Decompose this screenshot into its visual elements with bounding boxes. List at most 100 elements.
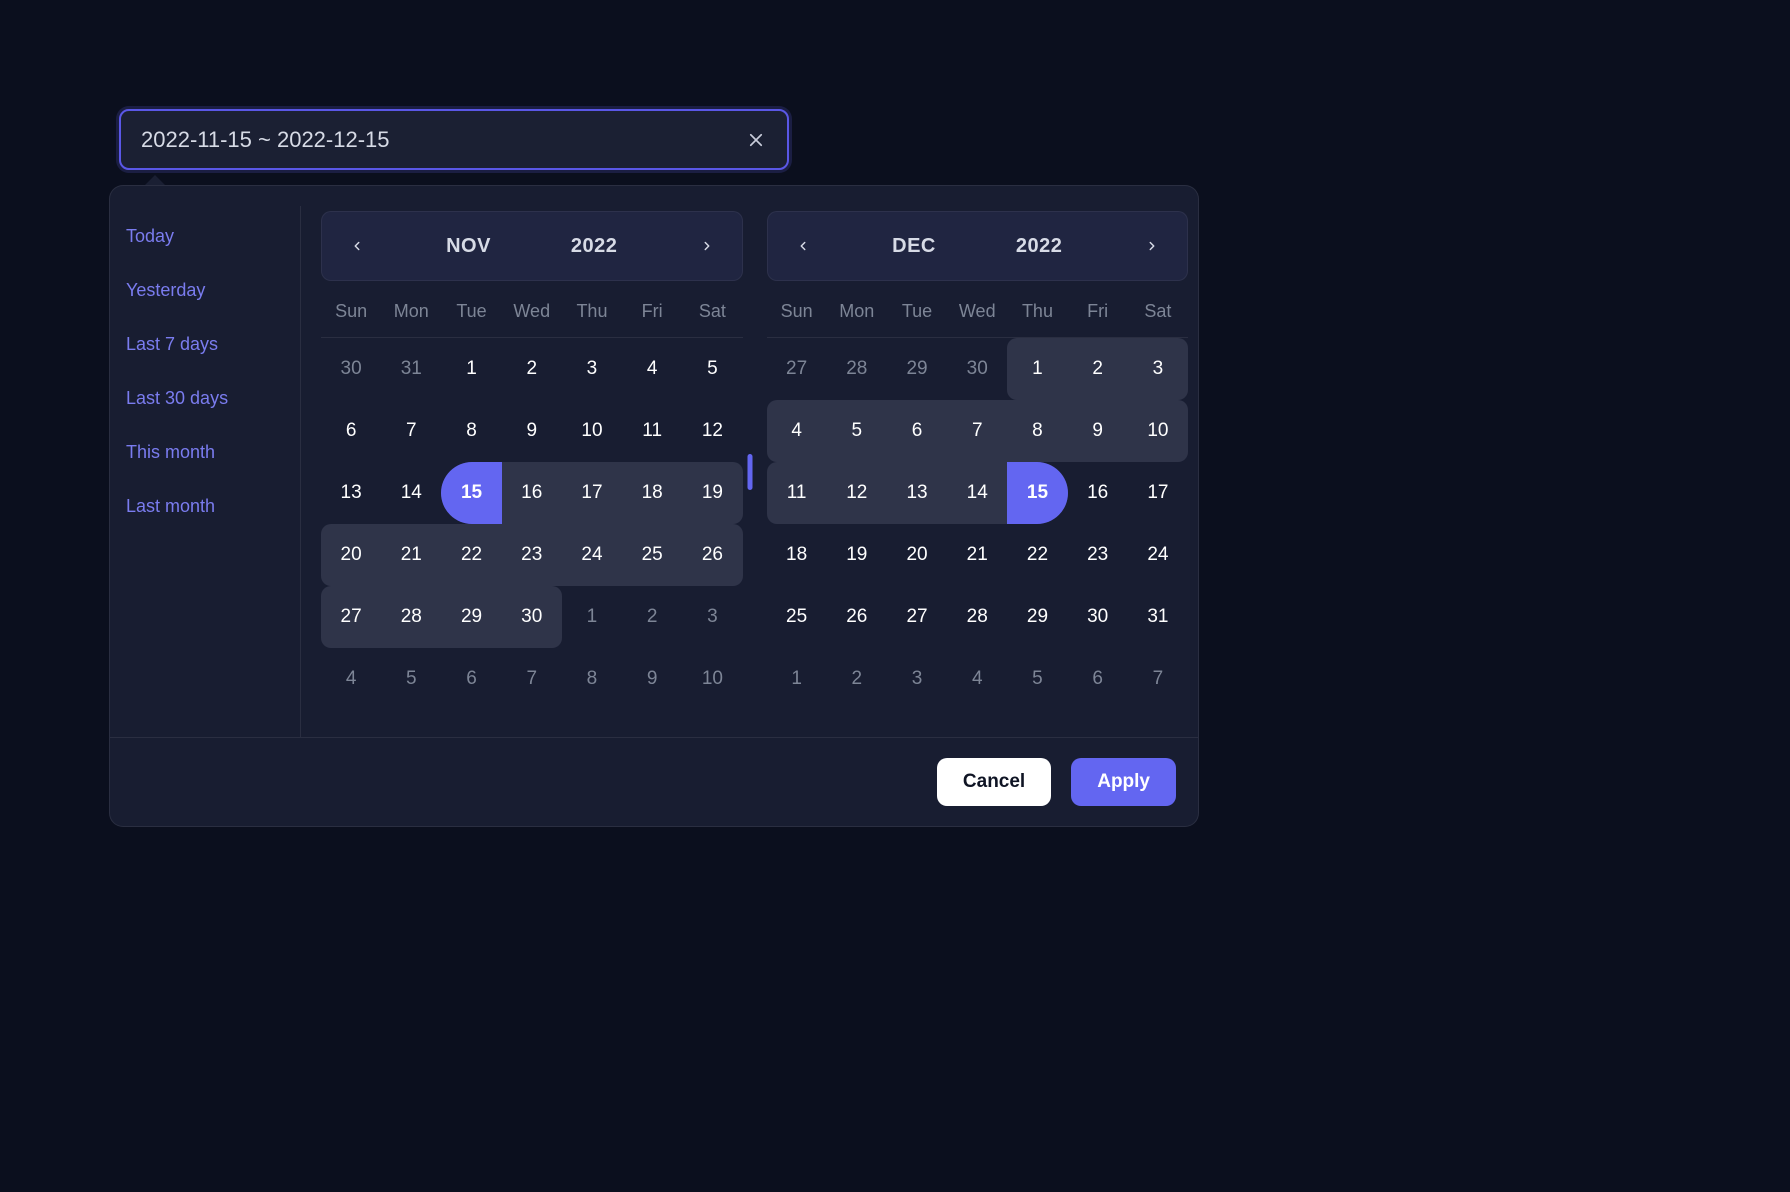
calendar-day: 30 bbox=[947, 338, 1007, 400]
calendar-day[interactable]: 29 bbox=[1007, 586, 1067, 648]
dow-label: Wed bbox=[947, 301, 1007, 337]
clear-icon[interactable] bbox=[745, 129, 767, 151]
calendar-left-month-label[interactable]: NOV bbox=[446, 235, 491, 258]
calendar-day[interactable]: 8 bbox=[1007, 400, 1067, 462]
calendar-day[interactable]: 16 bbox=[502, 462, 562, 524]
calendar-day[interactable]: 20 bbox=[887, 524, 947, 586]
calendar-day[interactable]: 24 bbox=[1128, 524, 1188, 586]
calendar-day[interactable]: 30 bbox=[1068, 586, 1128, 648]
preset-yesterday[interactable]: Yesterday bbox=[126, 280, 284, 301]
calendar-day[interactable]: 21 bbox=[947, 524, 1007, 586]
calendar-day[interactable]: 2 bbox=[502, 338, 562, 400]
apply-button[interactable]: Apply bbox=[1071, 758, 1176, 806]
date-range-input[interactable]: 2022-11-15 ~ 2022-12-15 bbox=[119, 109, 789, 170]
calendar-day: 3 bbox=[682, 586, 742, 648]
calendar-right-dow: SunMonTueWedThuFriSat bbox=[767, 301, 1189, 338]
calendar-day[interactable]: 12 bbox=[682, 400, 742, 462]
calendar-day[interactable]: 31 bbox=[1128, 586, 1188, 648]
calendar-day[interactable]: 11 bbox=[767, 462, 827, 524]
preset-last-30-days[interactable]: Last 30 days bbox=[126, 388, 284, 409]
calendar-day[interactable]: 10 bbox=[1128, 400, 1188, 462]
calendar-day[interactable]: 29 bbox=[441, 586, 501, 648]
calendar-right-year-label[interactable]: 2022 bbox=[1016, 235, 1063, 258]
calendar-day[interactable]: 14 bbox=[381, 462, 441, 524]
calendar-day[interactable]: 17 bbox=[1128, 462, 1188, 524]
calendar-day: 9 bbox=[622, 648, 682, 710]
calendar-day: 10 bbox=[682, 648, 742, 710]
preset-last-month[interactable]: Last month bbox=[126, 496, 284, 517]
preset-this-month[interactable]: This month bbox=[126, 442, 284, 463]
calendar-day[interactable]: 9 bbox=[502, 400, 562, 462]
calendar-day[interactable]: 22 bbox=[1007, 524, 1067, 586]
next-month-button[interactable] bbox=[1137, 231, 1167, 261]
calendar-day[interactable]: 5 bbox=[827, 400, 887, 462]
prev-month-button-right[interactable] bbox=[788, 231, 818, 261]
calendar-left-dow: SunMonTueWedThuFriSat bbox=[321, 301, 743, 338]
calendar-day[interactable]: 18 bbox=[622, 462, 682, 524]
calendar-day[interactable]: 28 bbox=[947, 586, 1007, 648]
calendar-day[interactable]: 6 bbox=[887, 400, 947, 462]
calendar-day: 2 bbox=[622, 586, 682, 648]
calendar-day: 1 bbox=[562, 586, 622, 648]
calendar-day[interactable]: 26 bbox=[682, 524, 742, 586]
calendar-day: 8 bbox=[562, 648, 622, 710]
calendar-day[interactable]: 3 bbox=[562, 338, 622, 400]
calendar-day: 6 bbox=[441, 648, 501, 710]
prev-month-button[interactable] bbox=[342, 231, 372, 261]
calendar-day[interactable]: 3 bbox=[1128, 338, 1188, 400]
dow-label: Fri bbox=[1068, 301, 1128, 337]
dow-label: Mon bbox=[381, 301, 441, 337]
calendar-day[interactable]: 12 bbox=[827, 462, 887, 524]
next-month-button-left[interactable] bbox=[692, 231, 722, 261]
calendar-day[interactable]: 7 bbox=[947, 400, 1007, 462]
calendar-day[interactable]: 21 bbox=[381, 524, 441, 586]
calendar-day[interactable]: 23 bbox=[1068, 524, 1128, 586]
calendar-day[interactable]: 11 bbox=[622, 400, 682, 462]
calendar-day[interactable]: 13 bbox=[887, 462, 947, 524]
calendar-day[interactable]: 19 bbox=[682, 462, 742, 524]
calendar-day[interactable]: 6 bbox=[321, 400, 381, 462]
calendar-day[interactable]: 10 bbox=[562, 400, 622, 462]
calendar-day: 31 bbox=[381, 338, 441, 400]
calendar-day[interactable]: 4 bbox=[767, 400, 827, 462]
calendar-day[interactable]: 24 bbox=[562, 524, 622, 586]
calendar-day[interactable]: 25 bbox=[622, 524, 682, 586]
calendar-day[interactable]: 1 bbox=[1007, 338, 1067, 400]
calendar-day: 30 bbox=[321, 338, 381, 400]
calendar-day[interactable]: 4 bbox=[622, 338, 682, 400]
calendar-day[interactable]: 28 bbox=[381, 586, 441, 648]
calendar-day[interactable]: 15 bbox=[441, 462, 501, 524]
calendar-day[interactable]: 25 bbox=[767, 586, 827, 648]
cancel-button[interactable]: Cancel bbox=[937, 758, 1051, 806]
calendar-right-month-label[interactable]: DEC bbox=[892, 235, 936, 258]
calendar-day[interactable]: 14 bbox=[947, 462, 1007, 524]
calendar-day[interactable]: 9 bbox=[1068, 400, 1128, 462]
calendar-day[interactable]: 23 bbox=[502, 524, 562, 586]
calendar-day[interactable]: 30 bbox=[502, 586, 562, 648]
calendar-day[interactable]: 13 bbox=[321, 462, 381, 524]
dow-label: Wed bbox=[502, 301, 562, 337]
calendar-day[interactable]: 2 bbox=[1068, 338, 1128, 400]
calendar-day[interactable]: 7 bbox=[381, 400, 441, 462]
calendar-day[interactable]: 22 bbox=[441, 524, 501, 586]
calendar-right: DEC 2022 SunMonTueWedThuFriSat 272829301… bbox=[767, 211, 1189, 737]
calendar-day[interactable]: 15 bbox=[1007, 462, 1067, 524]
calendar-day[interactable]: 26 bbox=[827, 586, 887, 648]
calendar-day[interactable]: 16 bbox=[1068, 462, 1128, 524]
calendar-day[interactable]: 5 bbox=[682, 338, 742, 400]
calendar-day[interactable]: 27 bbox=[887, 586, 947, 648]
calendar-day[interactable]: 18 bbox=[767, 524, 827, 586]
calendar-day[interactable]: 8 bbox=[441, 400, 501, 462]
preset-last-7-days[interactable]: Last 7 days bbox=[126, 334, 284, 355]
calendar-day[interactable]: 19 bbox=[827, 524, 887, 586]
calendar-day[interactable]: 1 bbox=[441, 338, 501, 400]
preset-today[interactable]: Today bbox=[126, 226, 284, 247]
calendar-day[interactable]: 27 bbox=[321, 586, 381, 648]
calendar-day[interactable]: 20 bbox=[321, 524, 381, 586]
dow-label: Sun bbox=[767, 301, 827, 337]
scroll-handle[interactable] bbox=[747, 454, 752, 490]
calendar-day[interactable]: 17 bbox=[562, 462, 622, 524]
dow-label: Fri bbox=[622, 301, 682, 337]
calendar-left-year-label[interactable]: 2022 bbox=[571, 235, 618, 258]
panel-footer: Cancel Apply bbox=[110, 737, 1198, 826]
